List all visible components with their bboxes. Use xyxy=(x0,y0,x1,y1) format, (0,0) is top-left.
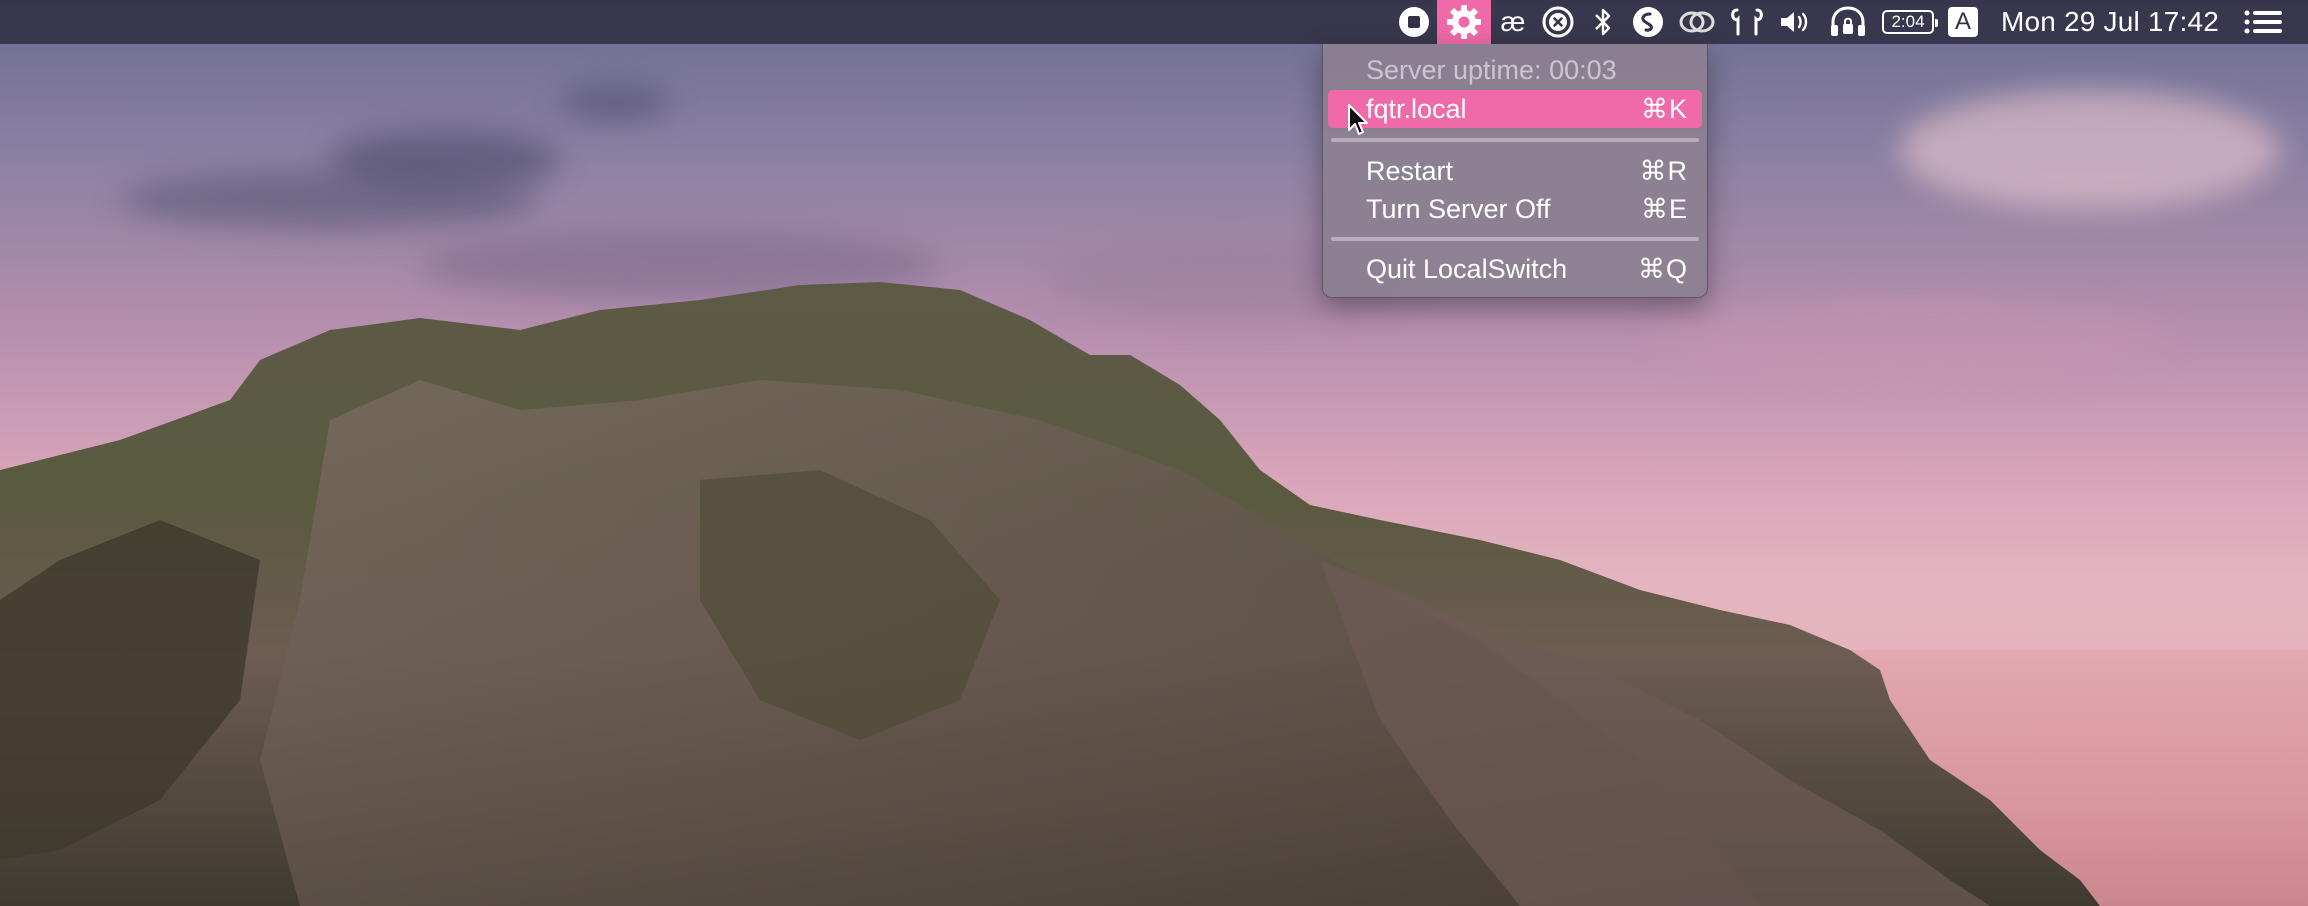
mountain-island xyxy=(0,282,2100,906)
shortcut-label: ⌘K xyxy=(1640,93,1688,124)
menu-item-restart[interactable]: Restart ⌘R xyxy=(1328,152,1702,190)
bluetooth-icon[interactable] xyxy=(1581,0,1625,44)
ae-keyboard-icon[interactable]: æ xyxy=(1491,0,1535,44)
stop-record-icon[interactable] xyxy=(1391,0,1437,44)
mouse-pointer-icon xyxy=(1348,104,1368,135)
headphones-lock-icon[interactable] xyxy=(1821,0,1875,44)
clock[interactable]: Mon 29 Jul 17:42 xyxy=(1985,0,2237,44)
battery-time: 2:04 xyxy=(1891,12,1925,31)
shortcut-label: ⌘Q xyxy=(1637,253,1688,284)
menu-bar: æ 2:04 A Mon 29 Jul 17:42 xyxy=(0,0,2308,44)
airpods-icon[interactable] xyxy=(1723,0,1771,44)
battery-icon[interactable]: 2:04 xyxy=(1875,0,1941,44)
desktop-wallpaper xyxy=(0,0,2308,906)
close-circle-icon[interactable] xyxy=(1535,0,1581,44)
volume-icon[interactable] xyxy=(1771,0,1821,44)
menu-item-host[interactable]: fqtr.local ⌘K xyxy=(1328,90,1702,128)
shortcut-label: ⌘R xyxy=(1639,155,1688,186)
menu-separator xyxy=(1331,138,1699,142)
link-rings-icon[interactable] xyxy=(1671,0,1723,44)
notification-center-icon[interactable] xyxy=(2237,0,2308,44)
shortcut-label: ⌘E xyxy=(1640,193,1688,224)
shazam-icon[interactable] xyxy=(1625,0,1671,44)
input-source-icon[interactable]: A xyxy=(1941,0,1985,44)
menu-item-quit[interactable]: Quit LocalSwitch ⌘Q xyxy=(1328,250,1702,288)
menu-item-turn-server-off[interactable]: Turn Server Off ⌘E xyxy=(1328,190,1702,228)
server-uptime-label: Server uptime: 00:03 xyxy=(1366,54,1617,85)
localswitch-menu: Server uptime: 00:03 fqtr.local ⌘K Resta… xyxy=(1322,44,1708,298)
localswitch-gear-icon[interactable] xyxy=(1436,0,1491,44)
menu-separator xyxy=(1331,237,1699,241)
